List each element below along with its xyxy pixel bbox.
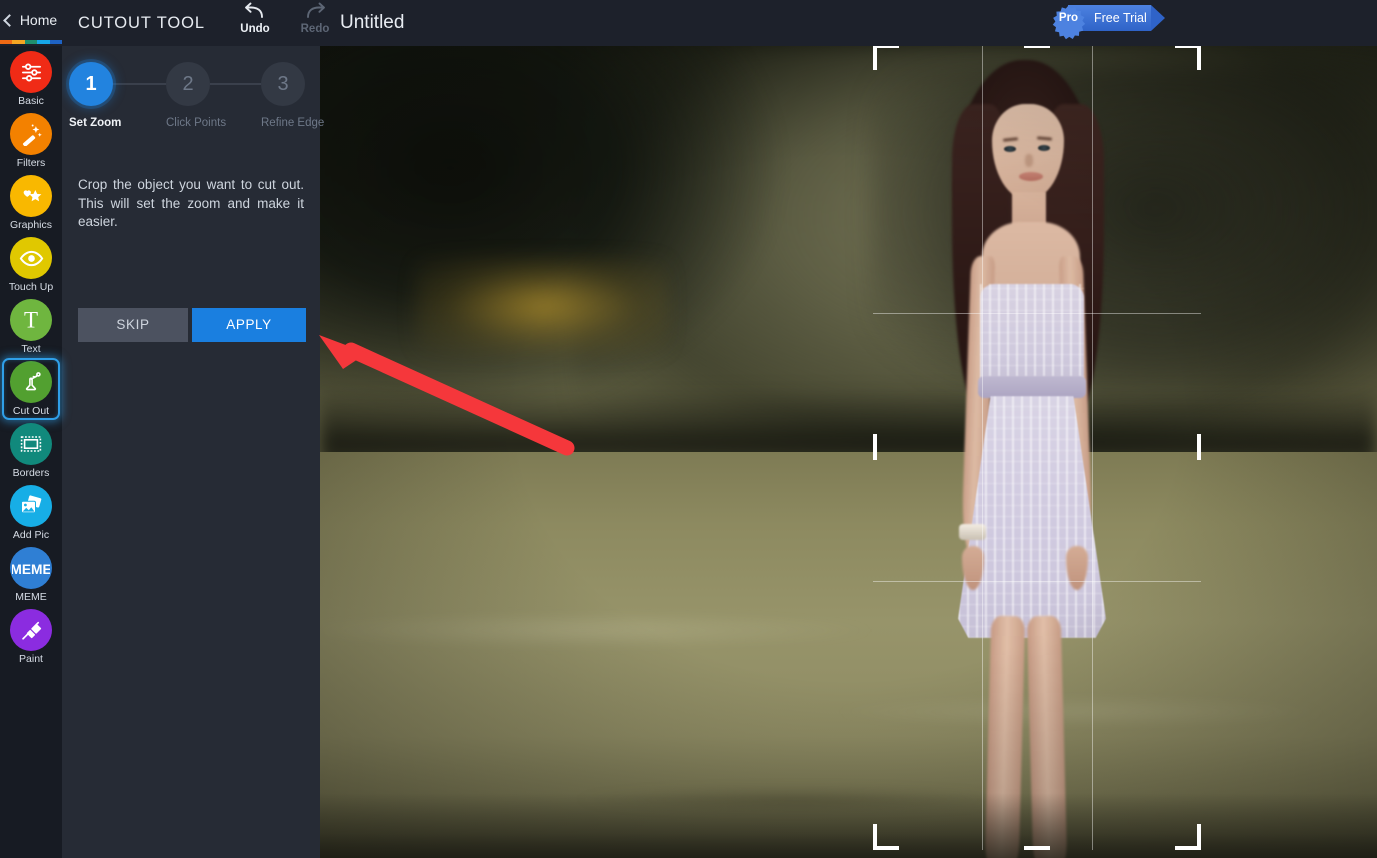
sidebar-item-label: Cut Out [12,405,50,417]
color-accent-strip [0,40,63,44]
sidebar-item-label: Filters [16,157,46,169]
panel-action-buttons: SKIP APPLY [78,308,306,342]
step-1-number: 1 [69,62,113,106]
sidebar-item-filters[interactable]: Filters [0,111,62,171]
sliders-icon [10,51,52,93]
step-2-caption: Click Points [166,117,227,129]
home-button[interactable]: Home [0,0,62,40]
tool-rail-sidebar: Basic Filters Graphics Touch Up T Text Cut Out… [0,44,62,858]
step-set-zoom[interactable]: 1 Set Zoom [69,62,122,129]
step-refine-edge[interactable]: 3 Refine Edge [261,62,325,129]
undo-label: Undo [240,23,270,35]
redo-button[interactable]: Redo [294,2,336,35]
sidebar-item-meme[interactable]: MEME MEME [0,545,62,605]
paintbrush-icon [10,609,52,651]
accent-strip-segment-0 [0,40,13,44]
sidebar-item-text[interactable]: T Text [0,297,62,357]
sidebar-item-label: Text [21,343,41,355]
step-3-caption: Refine Edge [261,117,325,129]
instructions-text: Crop the object you want to cut out. Thi… [78,177,304,229]
pro-starburst-badge: Pro [1050,4,1087,40]
step-connector-2-3 [210,83,261,85]
sidebar-item-label: MEME [15,591,47,603]
sidebar-item-cut-out[interactable]: Cut Out [0,358,62,420]
cutout-tool-panel: 1 Set Zoom 2 Click Points 3 Refine Edge … [62,46,325,858]
accent-strip-segment-1 [12,40,25,44]
undo-button[interactable]: Undo [234,2,276,35]
accent-strip-segment-3 [37,40,50,44]
undo-icon [245,2,263,18]
sidebar-item-label: Basic [18,95,44,107]
sidebar-item-borders[interactable]: Borders [0,421,62,481]
sidebar-item-touch-up[interactable]: Touch Up [0,235,62,295]
step-3-number: 3 [261,62,305,106]
sidebar-item-label: Graphics [9,219,52,231]
text-t-icon: T [10,299,52,341]
step-2-number: 2 [166,62,210,106]
sidebar-item-basic[interactable]: Basic [0,49,62,109]
photo-bottom-shade [320,793,1377,858]
accent-strip-segment-2 [24,40,38,44]
sidebar-item-graphics[interactable]: Graphics [0,173,62,233]
redo-icon [307,2,325,18]
skip-button[interactable]: SKIP [78,308,188,342]
photo-vignette [320,46,1377,858]
home-button-label: Home [19,12,58,28]
sidebar-item-paint[interactable]: Paint [0,607,62,667]
magic-wand-icon [10,113,52,155]
frame-icon [10,423,52,465]
sidebar-item-add-pic[interactable]: Add Pic [0,483,62,543]
photo-editor-app: Home CUTOUT TOOL Undo Redo Untitled Free… [0,0,1377,858]
pro-label: Pro [1058,12,1079,24]
accent-strip-segment-4 [49,40,63,44]
sidebar-item-label: Borders [12,467,50,479]
chevron-left-icon [2,13,16,27]
eye-icon [10,237,52,279]
undo-redo-group: Undo Redo [234,2,336,35]
free-trial-label: Free Trial [1094,11,1147,25]
svg-text:T: T [24,308,38,332]
document-title[interactable]: Untitled [340,0,404,46]
tool-title: CUTOUT TOOL [78,14,205,32]
image-canvas[interactable] [320,46,1377,858]
step-connector-1-2 [113,83,166,85]
svg-text:MEME: MEME [12,562,50,577]
step-indicator: 1 Set Zoom 2 Click Points 3 Refine Edge [62,62,325,158]
apply-button[interactable]: APPLY [192,308,306,342]
scissors-cut-icon [10,361,52,403]
step-click-points[interactable]: 2 Click Points [166,62,227,129]
ribbon-tail [1151,5,1165,31]
star-heart-icon [10,175,52,217]
sidebar-item-label: Touch Up [8,281,54,293]
photo-image [320,46,1377,858]
photos-icon [10,485,52,527]
top-bar: Home CUTOUT TOOL Undo Redo Untitled Free… [0,0,1377,46]
redo-label: Redo [300,23,330,35]
sidebar-item-label: Paint [19,653,43,665]
step-1-caption: Set Zoom [69,117,122,129]
meme-icon: MEME [10,547,52,589]
sidebar-item-label: Add Pic [12,529,50,541]
